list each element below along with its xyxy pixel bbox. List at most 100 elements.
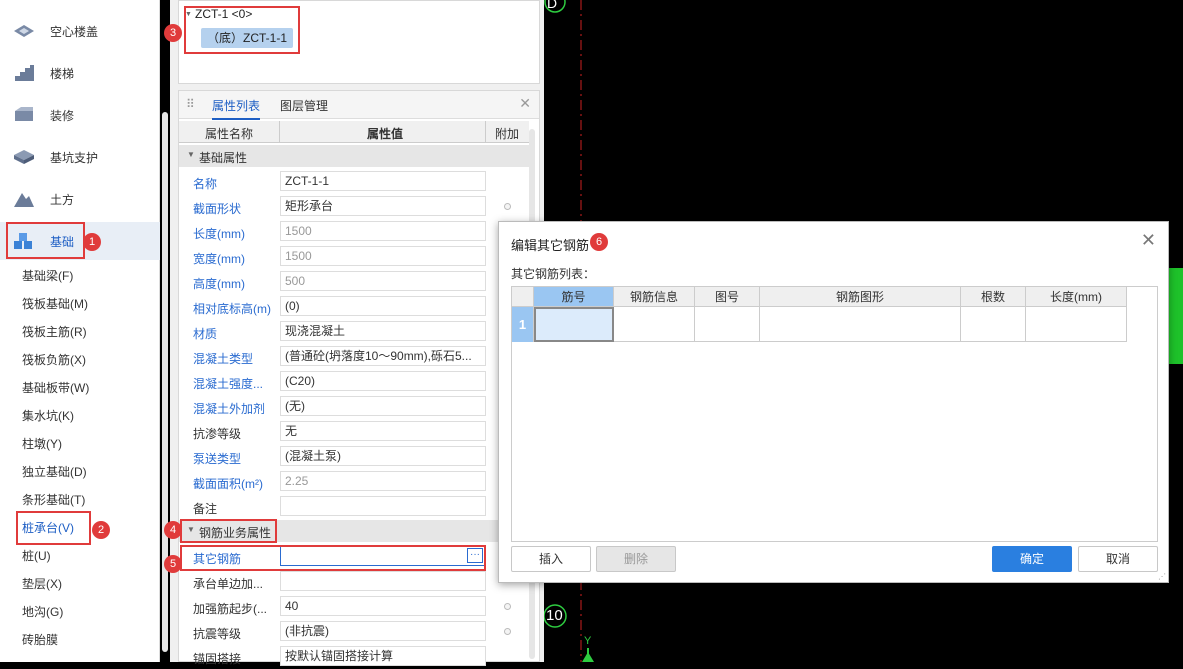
- col-header[interactable]: 筋号: [534, 287, 614, 307]
- prop-row[interactable]: 截面面积(m²) 2.25: [179, 469, 529, 494]
- prop-row[interactable]: 混凝土强度... (C20): [179, 369, 529, 394]
- cancel-button[interactable]: 取消: [1078, 546, 1158, 572]
- category-hollow-floor[interactable]: 空心楼盖: [0, 12, 160, 50]
- prop-value[interactable]: 矩形承台: [280, 196, 486, 216]
- grid-cell[interactable]: [1026, 307, 1127, 342]
- resize-grip-icon[interactable]: ⋰: [1158, 572, 1166, 581]
- callout-box-foundation: [6, 222, 85, 259]
- prop-value[interactable]: 40: [280, 596, 486, 616]
- prop-name: 高度(mm): [193, 277, 245, 291]
- prop-row[interactable]: 加强筋起步(... 40: [179, 594, 529, 619]
- prop-value[interactable]: 2.25: [280, 471, 486, 491]
- prop-value[interactable]: (C20): [280, 371, 486, 391]
- prop-name: 材质: [193, 327, 218, 341]
- grid-cell[interactable]: [760, 307, 961, 342]
- prop-value[interactable]: 500: [280, 271, 486, 291]
- category-earthwork[interactable]: 土方: [0, 180, 160, 218]
- extra-checkbox[interactable]: [504, 603, 511, 610]
- prop-value[interactable]: [280, 571, 486, 591]
- col-header[interactable]: 钢筋图形: [760, 287, 961, 307]
- prop-row[interactable]: 泵送类型 (混凝土泵): [179, 444, 529, 469]
- prop-row[interactable]: 承台单边加...: [179, 569, 529, 594]
- sub-item-raft[interactable]: 筏板基础(M): [22, 293, 88, 315]
- sub-item-strip-footing[interactable]: 条形基础(T): [22, 489, 85, 511]
- sub-item-sump[interactable]: 集水坑(K): [22, 405, 74, 427]
- prop-value[interactable]: (0): [280, 296, 486, 316]
- prop-row[interactable]: 材质 现浇混凝土: [179, 319, 529, 344]
- sub-item-foundation-beam[interactable]: 基础梁(F): [22, 265, 73, 287]
- category-stairs[interactable]: 楼梯: [0, 54, 160, 92]
- grid-cell[interactable]: [695, 307, 760, 342]
- prop-name: 混凝土强度...: [193, 377, 264, 391]
- stairs-icon: [15, 65, 34, 81]
- pit-support-icon: [14, 150, 34, 164]
- prop-row[interactable]: 抗渗等级 无: [179, 419, 529, 444]
- sub-item-isolated-footing[interactable]: 独立基础(D): [22, 461, 87, 483]
- prop-row[interactable]: 相对底标高(m) (0): [179, 294, 529, 319]
- delete-button[interactable]: 删除: [596, 546, 676, 572]
- decoration-icon: [15, 107, 33, 121]
- category-decoration[interactable]: 装修: [0, 96, 160, 134]
- prop-name: 相对底标高(m): [193, 302, 271, 316]
- header-divider: [485, 121, 486, 143]
- prop-name: 泵送类型: [193, 452, 242, 466]
- prop-value[interactable]: (无): [280, 396, 486, 416]
- sub-item-raft-neg-rebar[interactable]: 筏板负筋(X): [22, 349, 86, 371]
- prop-value[interactable]: [280, 496, 486, 516]
- col-header[interactable]: 长度(mm): [1026, 287, 1127, 307]
- category-label: 空心楼盖: [50, 25, 99, 39]
- sub-item-raft-main-rebar[interactable]: 筏板主筋(R): [22, 321, 87, 343]
- tab-layer-manager[interactable]: 图层管理: [280, 97, 328, 114]
- property-panel: ⠿ 属性列表 图层管理 ✕ 属性名称 属性值 附加 ▼ 基础属性 名称 ZCT-1…: [178, 90, 540, 666]
- col-header[interactable]: 图号: [695, 287, 760, 307]
- prop-value[interactable]: 按默认锚固搭接计算: [280, 646, 486, 666]
- prop-name: 长度(mm): [193, 227, 245, 241]
- prop-row[interactable]: 混凝土类型 (普通砼(坍落度10～90mm),砾石5...: [179, 344, 529, 369]
- prop-value[interactable]: 现浇混凝土: [280, 321, 486, 341]
- rebar-grid: 筋号 钢筋信息 图号 钢筋图形 根数 长度(mm) 1: [511, 286, 1158, 542]
- prop-row[interactable]: 锚固搭接 按默认锚固搭接计算: [179, 644, 529, 669]
- prop-row[interactable]: 混凝土外加剂 (无): [179, 394, 529, 419]
- extra-checkbox[interactable]: [504, 628, 511, 635]
- grid-cell[interactable]: [614, 307, 695, 342]
- tab-property-list[interactable]: 属性列表: [212, 97, 261, 120]
- header-extra: 附加: [495, 127, 520, 141]
- col-header[interactable]: 钢筋信息: [614, 287, 695, 307]
- close-icon[interactable]: ✕: [1141, 230, 1156, 251]
- sub-item-brick-mold[interactable]: 砖胎膜: [22, 629, 58, 651]
- prop-row[interactable]: 截面形状 矩形承台: [179, 194, 529, 219]
- insert-button[interactable]: 插入: [511, 546, 591, 572]
- group-basic-props[interactable]: ▼ 基础属性: [179, 145, 529, 167]
- prop-row[interactable]: 备注: [179, 494, 529, 519]
- header-name: 属性名称: [205, 127, 254, 141]
- y-axis-indicator: Y: [584, 635, 592, 647]
- sub-item-strip[interactable]: 基础板带(W): [22, 377, 89, 399]
- close-icon[interactable]: ✕: [519, 95, 531, 112]
- extra-checkbox[interactable]: [504, 203, 511, 210]
- prop-name: 抗渗等级: [193, 427, 242, 441]
- prop-row[interactable]: 高度(mm) 500: [179, 269, 529, 294]
- prop-row[interactable]: 抗震等级 (非抗震): [179, 619, 529, 644]
- prop-value[interactable]: 无: [280, 421, 486, 441]
- ok-button[interactable]: 确定: [992, 546, 1072, 572]
- row-number[interactable]: 1: [512, 307, 534, 342]
- prop-row[interactable]: 名称 ZCT-1-1: [179, 169, 529, 194]
- sub-item-pile[interactable]: 桩(U): [22, 545, 51, 567]
- sub-item-cushion[interactable]: 垫层(X): [22, 573, 62, 595]
- prop-row[interactable]: 长度(mm) 1500: [179, 219, 529, 244]
- prop-name: 备注: [193, 502, 218, 516]
- prop-row[interactable]: 宽度(mm) 1500: [179, 244, 529, 269]
- grid-cell-selected[interactable]: [534, 307, 614, 342]
- col-header[interactable]: 根数: [961, 287, 1026, 307]
- prop-value[interactable]: (普通砼(坍落度10～90mm),砾石5...: [280, 346, 486, 366]
- prop-value[interactable]: (混凝土泵): [280, 446, 486, 466]
- prop-value[interactable]: 1500: [280, 221, 486, 241]
- prop-value[interactable]: 1500: [280, 246, 486, 266]
- sub-item-column-pier[interactable]: 柱墩(Y): [22, 433, 62, 455]
- prop-value[interactable]: ZCT-1-1: [280, 171, 486, 191]
- grid-cell[interactable]: [961, 307, 1026, 342]
- sub-item-trench[interactable]: 地沟(G): [22, 601, 63, 623]
- category-pit-support[interactable]: 基坑支护: [0, 138, 160, 176]
- prop-value[interactable]: (非抗震): [280, 621, 486, 641]
- drag-grip-icon[interactable]: ⠿: [186, 97, 195, 111]
